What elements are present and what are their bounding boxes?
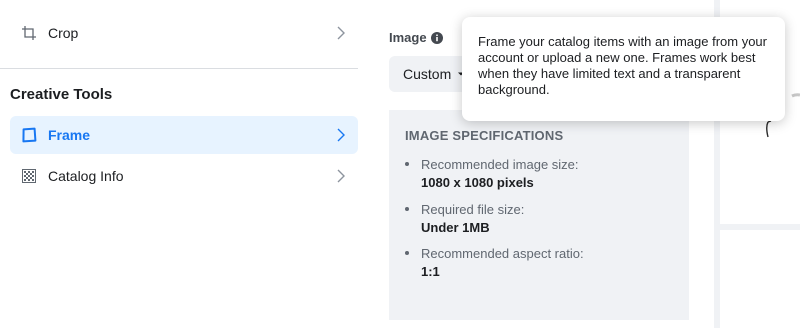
preview-divider-horizontal: [720, 224, 800, 230]
spec-item: Recommended aspect ratio: 1:1: [405, 245, 675, 281]
bullet: [405, 207, 409, 211]
frame-icon: [20, 126, 38, 144]
spec-item: Required file size: Under 1MB: [405, 201, 675, 237]
spec-item: Recommended image size: 1080 x 1080 pixe…: [405, 156, 675, 192]
chevron-right-icon: [337, 128, 345, 142]
menu-item-catalog-info[interactable]: Catalog Info: [10, 157, 358, 195]
spec-name: Recommended image size:: [421, 157, 579, 172]
menu-item-frame[interactable]: Frame: [10, 116, 358, 154]
menu-item-crop-label: Crop: [48, 25, 79, 41]
info-tooltip: Frame your catalog items with an image f…: [462, 17, 785, 121]
image-specifications-box: IMAGE SPECIFICATIONS Recommended image s…: [389, 110, 689, 320]
menu-item-catalog-info-label: Catalog Info: [48, 168, 124, 184]
bullet: [405, 251, 409, 255]
spec-name: Required file size:: [421, 202, 525, 217]
divider: [0, 68, 358, 69]
spec-value: Under 1MB: [421, 220, 490, 235]
catalog-grid-icon: [20, 167, 38, 185]
spec-value: 1:1: [421, 264, 440, 279]
spec-value: 1080 x 1080 pixels: [421, 175, 534, 190]
bullet: [405, 162, 409, 166]
chevron-right-icon: [337, 26, 345, 40]
chevron-right-icon: [337, 169, 345, 183]
creative-tools-panel: Crop Creative Tools Frame Catalog Info: [0, 0, 370, 328]
specifications-title: IMAGE SPECIFICATIONS: [405, 128, 564, 143]
image-label-text: Image: [389, 30, 427, 45]
crop-icon: [20, 24, 38, 42]
info-icon[interactable]: [430, 31, 443, 44]
dropdown-value: Custom: [403, 66, 452, 82]
image-setting-label: Image: [389, 30, 443, 45]
section-title: Creative Tools: [10, 86, 113, 103]
menu-item-crop[interactable]: Crop: [10, 14, 358, 52]
menu-item-frame-label: Frame: [48, 127, 91, 143]
spec-name: Recommended aspect ratio:: [421, 246, 584, 261]
